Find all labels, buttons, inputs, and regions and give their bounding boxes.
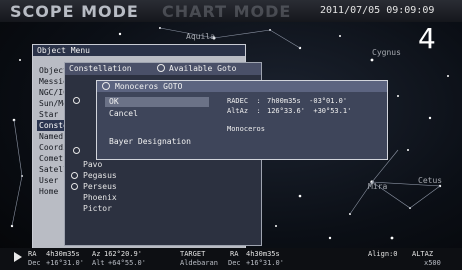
object-name: Monoceros bbox=[227, 125, 265, 133]
constellation-item-label: Pavo bbox=[83, 160, 103, 169]
altaz-label: AltAz : bbox=[227, 107, 261, 115]
target-name: Aldebaran bbox=[180, 259, 218, 267]
radio-icon bbox=[73, 147, 80, 154]
altaz-value: 126°33.6' +30°53.1' bbox=[267, 107, 352, 115]
status-az-value: 162°20.9' bbox=[104, 250, 142, 258]
ok-button[interactable]: OK bbox=[105, 97, 209, 107]
target-dec-value: +16°31.0' bbox=[246, 259, 284, 267]
object-menu-title: Object Menu bbox=[33, 45, 245, 56]
constellation-item[interactable]: Perseus bbox=[69, 181, 117, 192]
sky-label-aquila: Aquila bbox=[186, 32, 215, 41]
constellation-item-label: Phoenix bbox=[83, 193, 117, 202]
goto-dialog-title-bar: Monoceros GOTO bbox=[97, 81, 387, 92]
circle-icon bbox=[157, 64, 165, 72]
status-alt-value: +64°55.0' bbox=[108, 259, 146, 267]
mount-mode: ALTAZ bbox=[412, 250, 434, 258]
scope-mode-screen: Aquila Cygnus Mira Cetus SCOPE MODE CHAR… bbox=[0, 0, 462, 270]
status-dec-label: Dec bbox=[28, 259, 41, 267]
bayer-designation-button[interactable]: Bayer Designation bbox=[105, 137, 209, 147]
radec-value: 7h00m35s -03°01.0' bbox=[267, 97, 348, 105]
status-ra-label: RA bbox=[28, 250, 37, 258]
status-az-label: Az bbox=[92, 250, 101, 258]
available-goto-label: Available Goto bbox=[169, 64, 237, 73]
constellation-item[interactable]: Pegasus bbox=[69, 170, 117, 181]
constellation-list: Pavo Pegasus Perseus Phoenix Pictor bbox=[69, 159, 117, 214]
sky-label-mira: Mira bbox=[368, 182, 388, 191]
sky-label-cetus: Cetus bbox=[418, 176, 443, 185]
date-time: 2011/07/05 09:09:09 bbox=[320, 5, 435, 16]
sky-label-cygnus: Cygnus bbox=[372, 48, 401, 57]
radec-label: RADEC : bbox=[227, 97, 261, 105]
radio-icon bbox=[73, 97, 80, 104]
top-bar: SCOPE MODE CHART MODE 2011/07/05 09:09:0… bbox=[0, 0, 462, 22]
align-status: Align:0 bbox=[368, 250, 398, 258]
page-number: 4 bbox=[418, 22, 436, 55]
zoom-level: x500 bbox=[424, 259, 441, 267]
constellation-item-label: Perseus bbox=[83, 182, 117, 191]
target-ra-label: RA bbox=[230, 250, 239, 258]
cancel-button[interactable]: Cancel bbox=[105, 109, 209, 119]
constellation-item[interactable]: Phoenix bbox=[69, 192, 117, 203]
mode-ghost-title: CHART MODE bbox=[162, 2, 292, 21]
target-label: TARGET bbox=[180, 250, 206, 258]
constellation-item-label: Pictor bbox=[83, 204, 112, 213]
goto-dialog: Monoceros GOTO OK Cancel Bayer Designati… bbox=[96, 80, 388, 160]
status-dec-value: +16°31.0' bbox=[46, 259, 84, 267]
circle-icon bbox=[102, 82, 110, 90]
constellation-item-label: Pegasus bbox=[83, 171, 117, 180]
status-ra-value: 4h30m35s bbox=[46, 250, 80, 258]
goto-dialog-title: Monoceros GOTO bbox=[115, 82, 183, 91]
radio-icon bbox=[71, 172, 78, 179]
status-alt-label: Alt bbox=[92, 259, 105, 267]
radio-icon bbox=[71, 183, 78, 190]
play-arrow-icon bbox=[14, 252, 22, 262]
constellation-item[interactable]: Pictor bbox=[69, 203, 117, 214]
target-dec-label: Dec bbox=[228, 259, 241, 267]
target-ra-value: 4h30m35s bbox=[246, 250, 280, 258]
constellation-item[interactable]: Pavo bbox=[69, 159, 117, 170]
mode-title: SCOPE MODE bbox=[10, 2, 139, 21]
